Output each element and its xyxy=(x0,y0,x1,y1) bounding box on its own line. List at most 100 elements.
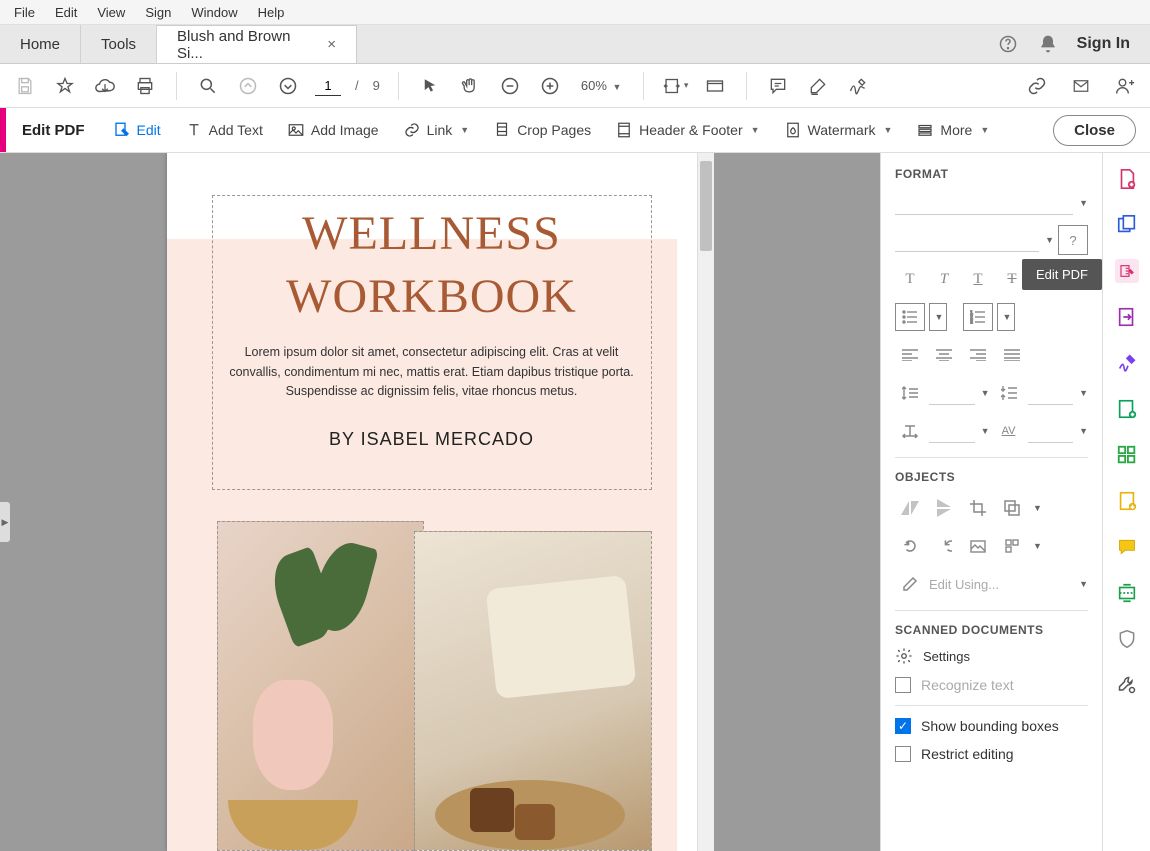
numbered-dropdown-icon[interactable]: ▼ xyxy=(997,303,1015,331)
organize-pages-icon[interactable] xyxy=(1115,443,1139,467)
hand-icon[interactable] xyxy=(457,73,483,99)
link-share-icon[interactable] xyxy=(1024,73,1050,99)
tab-home[interactable]: Home xyxy=(0,25,81,63)
bullet-list-icon[interactable] xyxy=(895,303,925,331)
crop-object-icon[interactable] xyxy=(963,494,993,522)
pointer-icon[interactable] xyxy=(417,73,443,99)
rotate-ccw-icon[interactable] xyxy=(895,532,925,560)
watermark-button[interactable]: Watermark▼ xyxy=(772,108,905,152)
page-down-icon[interactable] xyxy=(275,73,301,99)
email-icon[interactable] xyxy=(1068,73,1094,99)
page-display-icon[interactable] xyxy=(702,73,728,99)
add-text-button[interactable]: Add Text xyxy=(173,108,275,152)
bullet-dropdown-icon[interactable]: ▼ xyxy=(929,303,947,331)
text-regular-icon[interactable]: T xyxy=(895,265,925,293)
comment-rail-icon[interactable] xyxy=(1115,535,1139,559)
fit-width-icon[interactable]: ▾ xyxy=(662,73,688,99)
align-justify-icon[interactable] xyxy=(997,341,1027,369)
menu-help[interactable]: Help xyxy=(248,2,295,23)
search-icon[interactable] xyxy=(195,73,221,99)
zoom-select[interactable]: 60% ▼ xyxy=(577,76,626,95)
sign-icon[interactable] xyxy=(845,73,871,99)
print-icon[interactable] xyxy=(132,73,158,99)
add-image-button[interactable]: Add Image xyxy=(275,108,391,152)
restrict-editing-checkbox[interactable]: Restrict editing xyxy=(895,746,1088,762)
align-left-icon[interactable] xyxy=(895,341,925,369)
image-right-box[interactable] xyxy=(414,531,652,851)
tab-tools[interactable]: Tools xyxy=(81,25,157,63)
format-panel-collapse-handle[interactable]: ▶ xyxy=(880,488,881,528)
paragraph-spacing-select[interactable] xyxy=(1028,381,1074,405)
zoom-in-icon[interactable] xyxy=(537,73,563,99)
highlight-icon[interactable] xyxy=(805,73,831,99)
menu-file[interactable]: File xyxy=(4,2,45,23)
char-spacing-select[interactable] xyxy=(1028,419,1074,443)
zoom-out-icon[interactable] xyxy=(497,73,523,99)
help-icon[interactable] xyxy=(997,33,1019,55)
replace-image-icon[interactable] xyxy=(963,532,993,560)
document-page[interactable]: WELLNESS WORKBOOK Lorem ipsum dolor sit … xyxy=(167,153,697,851)
font-style-select[interactable] xyxy=(895,228,1039,252)
edit-tool-button[interactable]: Edit xyxy=(101,108,173,152)
document-area[interactable]: ▶ WELLNESS WORKBOOK Lorem ipsum dolor si… xyxy=(0,153,880,851)
tab-bar: Home Tools Blush and Brown Si... × Sign … xyxy=(0,25,1150,64)
close-tab-icon[interactable]: × xyxy=(327,36,336,53)
tab-document[interactable]: Blush and Brown Si... × xyxy=(157,25,357,63)
flip-vertical-icon[interactable] xyxy=(929,494,959,522)
document-body-text: Lorem ipsum dolor sit amet, consectetur … xyxy=(227,343,637,401)
arrange-icon[interactable] xyxy=(997,494,1027,522)
show-bounding-checkbox[interactable]: ✓ Show bounding boxes xyxy=(895,718,1088,734)
document-scrollbar[interactable] xyxy=(697,153,714,851)
header-footer-button[interactable]: Header & Footer▼ xyxy=(603,108,771,152)
crop-pages-button[interactable]: Crop Pages xyxy=(481,108,603,152)
compress-pdf-icon[interactable] xyxy=(1115,489,1139,513)
request-sign-icon[interactable] xyxy=(1115,397,1139,421)
font-family-select[interactable] xyxy=(895,191,1073,215)
more-tools-icon[interactable] xyxy=(1115,673,1139,697)
save-icon[interactable] xyxy=(12,73,38,99)
star-icon[interactable] xyxy=(52,73,78,99)
align-objects-icon[interactable] xyxy=(997,532,1027,560)
comment-icon[interactable] xyxy=(765,73,791,99)
scrollbar-thumb[interactable] xyxy=(700,161,712,251)
page-number-input[interactable] xyxy=(315,76,341,96)
line-spacing-select[interactable] xyxy=(929,381,975,405)
notifications-icon[interactable] xyxy=(1037,33,1059,55)
image-left-box[interactable] xyxy=(217,521,424,851)
line-spacing-icon[interactable] xyxy=(895,379,925,407)
fill-sign-icon[interactable] xyxy=(1115,351,1139,375)
horizontal-scale-select[interactable] xyxy=(929,419,975,443)
share-people-icon[interactable] xyxy=(1112,73,1138,99)
horizontal-scale-icon[interactable] xyxy=(895,417,925,445)
sign-in-button[interactable]: Sign In xyxy=(1077,35,1130,53)
menu-view[interactable]: View xyxy=(87,2,135,23)
menu-window[interactable]: Window xyxy=(181,2,247,23)
text-underline-icon[interactable]: T xyxy=(963,265,993,293)
cloud-icon[interactable] xyxy=(92,73,118,99)
rotate-cw-icon[interactable] xyxy=(929,532,959,560)
menu-edit[interactable]: Edit xyxy=(45,2,87,23)
edit-pdf-rail-icon[interactable] xyxy=(1115,259,1139,283)
link-button[interactable]: Link▼ xyxy=(391,108,482,152)
page-up-icon[interactable] xyxy=(235,73,261,99)
combine-files-icon[interactable] xyxy=(1115,213,1139,237)
text-italic-icon[interactable]: T xyxy=(929,265,959,293)
protect-icon[interactable] xyxy=(1115,627,1139,651)
numbered-list-icon[interactable]: 123 xyxy=(963,303,993,331)
more-button[interactable]: More▼ xyxy=(904,108,1001,152)
scan-ocr-icon[interactable] xyxy=(1115,581,1139,605)
title-text-box[interactable]: WELLNESS WORKBOOK Lorem ipsum dolor sit … xyxy=(212,195,652,490)
align-right-icon[interactable] xyxy=(963,341,993,369)
export-pdf-icon[interactable] xyxy=(1115,305,1139,329)
align-center-icon[interactable] xyxy=(929,341,959,369)
settings-button[interactable]: Settings xyxy=(895,647,1088,665)
font-help-icon[interactable]: ? xyxy=(1058,225,1088,255)
edit-pdf-toolbar: Edit PDF Edit Add Text Add Image Link▼ C… xyxy=(0,108,1150,153)
menu-sign[interactable]: Sign xyxy=(135,2,181,23)
flip-horizontal-icon[interactable] xyxy=(895,494,925,522)
left-panel-expand-handle[interactable]: ▶ xyxy=(0,502,10,542)
char-spacing-icon[interactable]: AV xyxy=(994,417,1024,445)
create-pdf-icon[interactable] xyxy=(1115,167,1139,191)
close-edit-button[interactable]: Close xyxy=(1053,115,1136,146)
paragraph-spacing-icon[interactable] xyxy=(994,379,1024,407)
